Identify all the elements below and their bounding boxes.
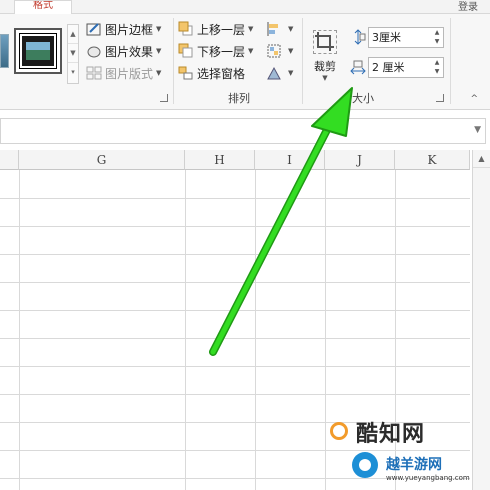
crop-label: 裁剪 xyxy=(314,60,336,73)
spin-down-icon[interactable]: ▼ xyxy=(431,37,443,47)
picture-style-thumbnail[interactable] xyxy=(0,34,9,68)
gridline xyxy=(255,170,256,490)
gallery-down-icon[interactable]: ▼ xyxy=(68,44,78,63)
expand-formula-bar-icon[interactable]: ▼ xyxy=(474,125,481,135)
column-header-j[interactable]: J xyxy=(325,150,395,170)
chevron-down-icon: ▼ xyxy=(322,74,328,82)
crop-button[interactable]: 裁剪 ▼ xyxy=(306,24,344,84)
column-header-h[interactable]: H xyxy=(185,150,255,170)
column-header-partial[interactable] xyxy=(0,150,19,170)
watermark-text-secondary: 越羊游网 xyxy=(386,457,442,473)
column-header-i[interactable]: I xyxy=(255,150,325,170)
gridline xyxy=(185,170,186,490)
gridline xyxy=(0,198,470,199)
align-icon xyxy=(266,21,282,37)
chevron-down-icon: ▼ xyxy=(288,47,294,55)
height-input[interactable] xyxy=(369,28,431,46)
style-gallery-scroll[interactable]: ▲ ▼ ▾ xyxy=(67,24,79,84)
bring-forward-icon xyxy=(178,21,194,37)
chevron-down-icon: ▼ xyxy=(156,25,162,33)
width-input[interactable] xyxy=(369,58,431,76)
picture-layout-button[interactable]: 图片版式 ▼ xyxy=(86,64,161,82)
gridline xyxy=(0,394,470,395)
selection-pane-label: 选择窗格 xyxy=(197,66,246,81)
spin-up-icon[interactable]: ▲ xyxy=(431,58,443,68)
gridline xyxy=(0,366,470,367)
chevron-down-icon: ▼ xyxy=(288,69,294,77)
picture-border-label: 图片边框 xyxy=(105,22,154,37)
width-spinner[interactable]: ▲▼ xyxy=(368,56,444,78)
scroll-up-icon[interactable]: ▲ xyxy=(473,150,490,168)
picture-effects-label: 图片效果 xyxy=(105,44,154,59)
shape-height-row: ▲▼ xyxy=(350,26,444,48)
height-icon xyxy=(350,29,366,45)
formula-bar[interactable]: ▼ xyxy=(0,118,486,144)
rotate-button[interactable]: ▼ xyxy=(266,64,293,82)
picture-border-icon xyxy=(86,21,102,37)
chevron-down-icon: ▼ xyxy=(156,69,162,77)
selection-pane-button[interactable]: 选择窗格 xyxy=(178,64,245,82)
group-icon xyxy=(266,43,282,59)
arrange-group-label: 排列 xyxy=(228,92,250,105)
crop-icon xyxy=(313,30,337,54)
width-icon xyxy=(350,59,366,75)
watermark-url: www.yueyangbang.com xyxy=(386,474,470,482)
gridline xyxy=(325,170,326,490)
gridline xyxy=(0,338,470,339)
align-button[interactable]: ▼ xyxy=(266,20,293,38)
login-link[interactable]: 登录 xyxy=(458,0,478,13)
send-backward-button[interactable]: 下移一层 ▼ xyxy=(178,42,253,60)
send-backward-icon xyxy=(178,43,194,59)
chevron-down-icon: ▼ xyxy=(156,47,162,55)
chevron-down-icon: ▼ xyxy=(288,25,294,33)
shape-width-row: ▲▼ xyxy=(350,56,444,78)
watermark-text-primary: 酷知网 xyxy=(356,422,426,447)
picture-style-thumbnail-selected[interactable] xyxy=(14,28,62,74)
gridline xyxy=(19,170,20,490)
picture-layout-icon xyxy=(86,65,102,81)
bring-forward-button[interactable]: 上移一层 ▼ xyxy=(178,20,253,38)
gallery-up-icon[interactable]: ▲ xyxy=(68,25,78,44)
watermark-logo-icon xyxy=(330,422,348,440)
rotate-icon xyxy=(266,65,282,81)
ribbon-divider xyxy=(173,18,174,104)
watermark: 酷知网 越羊游网 www.yueyangbang.com xyxy=(330,412,490,490)
tab-format[interactable]: 格式 xyxy=(14,0,72,15)
picture-layout-label: 图片版式 xyxy=(105,66,154,81)
collapse-ribbon-icon[interactable]: ^ xyxy=(470,94,478,104)
ribbon-divider xyxy=(302,18,303,104)
size-group-label: 大小 xyxy=(352,92,374,105)
height-spinner[interactable]: ▲▼ xyxy=(368,26,444,48)
selection-pane-icon xyxy=(178,65,194,81)
gridline xyxy=(0,282,470,283)
picture-effects-button[interactable]: 图片效果 ▼ xyxy=(86,42,161,60)
bring-forward-label: 上移一层 xyxy=(197,22,246,37)
size-launcher-icon[interactable] xyxy=(436,94,444,102)
picture-effects-icon xyxy=(86,43,102,59)
picture-styles-launcher-icon[interactable] xyxy=(160,94,168,102)
gallery-more-icon[interactable]: ▾ xyxy=(68,63,78,82)
ribbon: ▲ ▼ ▾ 图片边框 ▼ 图片效果 ▼ 图片版式 ▼ 上移一层 ▼ 下移一层 ▼… xyxy=(0,14,490,110)
column-header-k[interactable]: K xyxy=(395,150,470,170)
chevron-down-icon: ▼ xyxy=(248,25,254,33)
picture-border-button[interactable]: 图片边框 ▼ xyxy=(86,20,161,38)
column-header-g[interactable]: G xyxy=(19,150,185,170)
ribbon-divider xyxy=(450,18,451,104)
gridline xyxy=(0,226,470,227)
gridline xyxy=(0,310,470,311)
gridline xyxy=(0,254,470,255)
ribbon-tab-strip: 格式 登录 xyxy=(0,0,490,15)
spin-up-icon[interactable]: ▲ xyxy=(431,28,443,38)
watermark-logo-secondary-icon xyxy=(352,452,378,478)
spin-down-icon[interactable]: ▼ xyxy=(431,67,443,77)
chevron-down-icon: ▼ xyxy=(248,47,254,55)
send-backward-label: 下移一层 xyxy=(197,44,246,59)
group-button[interactable]: ▼ xyxy=(266,42,293,60)
